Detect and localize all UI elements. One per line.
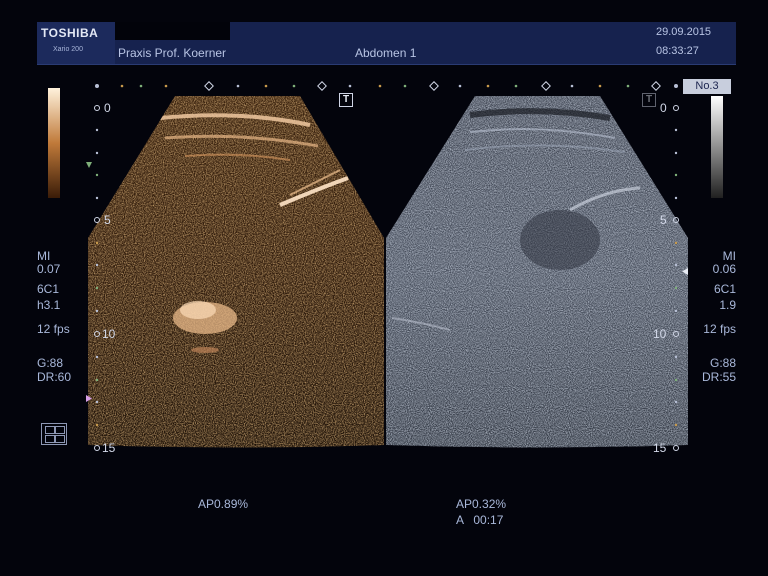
left-gain: G:88 xyxy=(37,356,64,370)
orientation-marker-right-icon: T xyxy=(642,93,656,107)
right-frame-rate: 12 fps xyxy=(703,322,736,336)
cine-film-icon[interactable] xyxy=(41,423,67,445)
left-depth-label-5: 5 xyxy=(104,213,111,227)
right-depth-label-10: 10 xyxy=(653,327,667,341)
left-depth-label-10: 10 xyxy=(102,327,116,341)
right-frequency: 1.9 xyxy=(719,298,736,312)
left-dynamic-range: DR:60 xyxy=(37,370,72,384)
right-depth-label-0: 0 xyxy=(660,101,667,115)
left-acoustic-power: AP0.89% xyxy=(198,497,249,511)
grayscale-bar xyxy=(711,96,723,198)
bmode-image-sector xyxy=(386,96,688,448)
top-dotted-guide xyxy=(95,81,678,91)
left-mi-value: 0.07 xyxy=(37,262,61,276)
right-probe: 6C1 xyxy=(713,282,736,296)
left-frame-rate: 12 fps xyxy=(37,322,70,336)
right-depth-label-5: 5 xyxy=(660,213,667,227)
left-probe: 6C1 xyxy=(37,282,60,296)
ultrasound-display xyxy=(48,81,723,451)
contrast-image-sector xyxy=(88,96,384,448)
left-depth-label-0: 0 xyxy=(104,101,111,115)
orientation-marker-left-icon: T xyxy=(339,93,353,107)
left-harmonic: h3.1 xyxy=(37,298,61,312)
left-depth-label-15: 15 xyxy=(102,441,116,455)
right-depth-label-15: 15 xyxy=(653,441,667,455)
right-acoustic-power: AP0.32% xyxy=(456,497,507,511)
focus-triangle-icon xyxy=(86,162,92,168)
contrast-timer: A 00:17 xyxy=(456,513,504,527)
image-number-badge: No.3 xyxy=(683,79,731,94)
right-dynamic-range: DR:55 xyxy=(701,370,736,384)
right-mi-value: 0.06 xyxy=(712,262,736,276)
contrast-color-bar xyxy=(48,88,60,198)
right-gain: G:88 xyxy=(709,356,736,370)
